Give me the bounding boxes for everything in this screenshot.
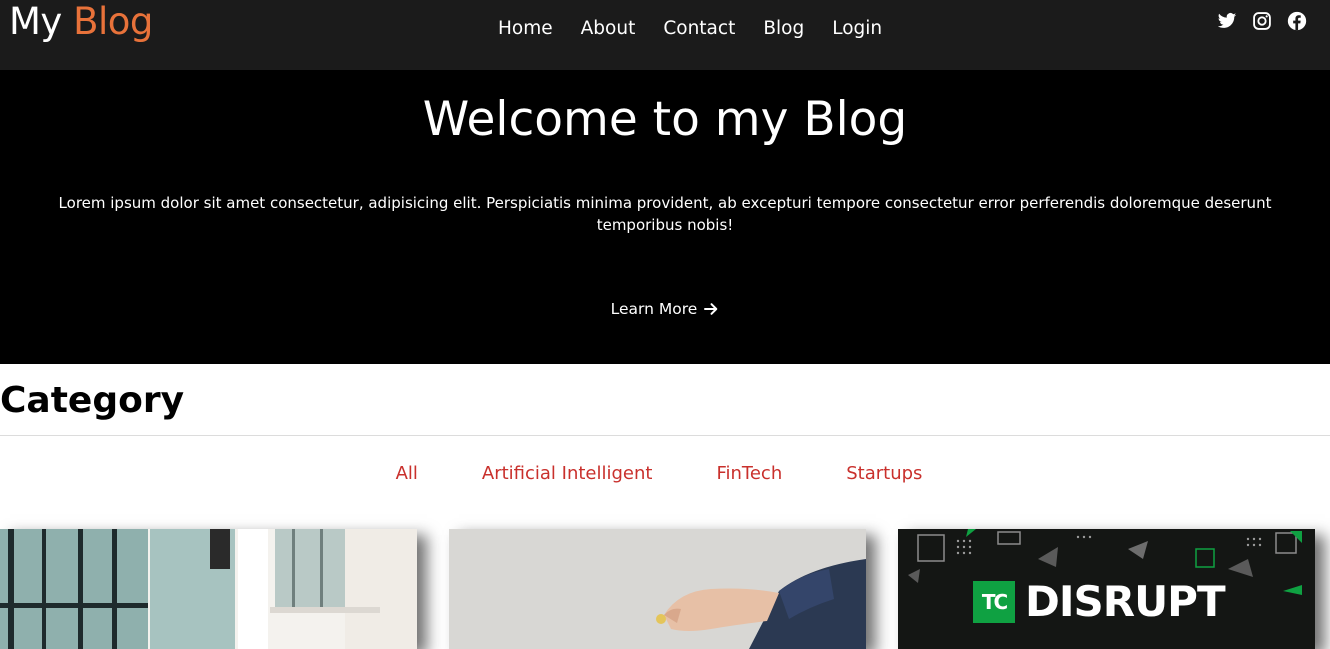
instagram-icon[interactable]: [1252, 11, 1272, 31]
twitter-icon[interactable]: [1217, 11, 1237, 31]
nav-link-home[interactable]: Home: [484, 14, 567, 44]
hero-title: Welcome to my Blog: [422, 92, 908, 147]
hero-description: Lorem ipsum dolor sit amet consectetur, …: [58, 194, 1272, 234]
filter-startups[interactable]: Startups: [846, 461, 922, 487]
brand-prefix: My: [9, 0, 62, 43]
filter-fintech[interactable]: FinTech: [716, 461, 782, 487]
arrow-right-icon: [704, 303, 718, 315]
window-door-photo: [0, 529, 417, 649]
category-heading: Category: [0, 380, 185, 421]
nav-link-blog[interactable]: Blog: [749, 14, 818, 44]
blog-card-3[interactable]: TC DISRUPT: [898, 529, 1315, 649]
disrupt-wordmark: DISRUPT: [1025, 577, 1226, 626]
learn-more-label: Learn More: [610, 300, 698, 318]
nav-links: Home About Contact Blog Login: [484, 14, 896, 44]
filter-all[interactable]: All: [396, 461, 418, 487]
section-divider: [0, 435, 1330, 436]
facebook-icon[interactable]: [1287, 11, 1307, 31]
filter-artificial-intelligent[interactable]: Artificial Intelligent: [482, 461, 653, 487]
brand-logo[interactable]: My Blog: [9, 0, 153, 44]
blog-card-1[interactable]: [0, 529, 417, 649]
nav-link-about[interactable]: About: [567, 14, 650, 44]
brand-accent: Blog: [73, 0, 153, 43]
nav-link-contact[interactable]: Contact: [649, 14, 749, 44]
nav-link-login[interactable]: Login: [818, 14, 896, 44]
social-links: [1217, 11, 1307, 31]
blog-card-2[interactable]: [449, 529, 866, 649]
hero-section: Welcome to my Blog Lorem ipsum dolor sit…: [0, 70, 1330, 364]
learn-more-button[interactable]: Learn More: [0, 297, 1330, 321]
disrupt-logo: TC DISRUPT: [973, 577, 1226, 626]
category-filters: All Artificial Intelligent FinTech Start…: [0, 461, 1330, 487]
techcrunch-mark: TC: [973, 581, 1015, 623]
navbar: My Blog Home About Contact Blog Login: [0, 0, 1330, 70]
hand-photo: [449, 529, 866, 649]
